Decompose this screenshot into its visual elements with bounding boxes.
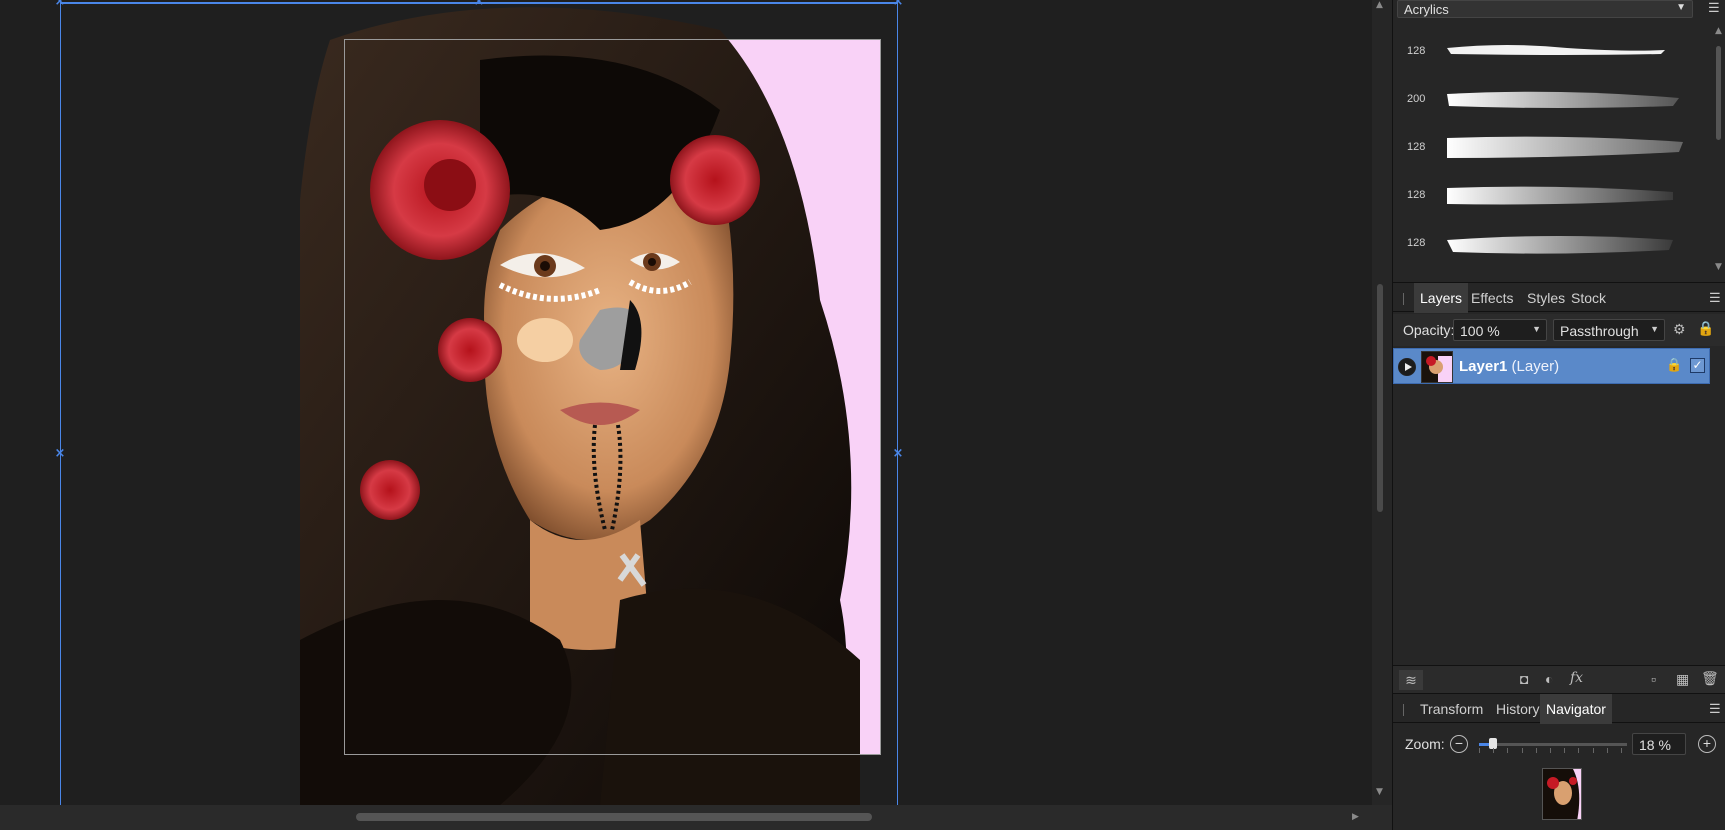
chevron-down-icon: ▼ — [1532, 324, 1541, 334]
gear-icon[interactable]: ⚙ — [1673, 321, 1686, 338]
brush-category-dropdown[interactable]: Acrylics ▼ — [1397, 0, 1693, 18]
brush-size: 128 — [1407, 141, 1426, 153]
tab-divider — [1403, 293, 1404, 305]
mask-layer-icon[interactable]: ◘ — [1520, 671, 1528, 687]
selection-handle-middle-left[interactable]: × — [54, 447, 66, 460]
selection-handle-top-left[interactable]: × — [54, 0, 66, 8]
blend-mode-dropdown[interactable]: Passthrough ▼ — [1553, 319, 1665, 341]
canvas-vertical-scrollbar[interactable]: ▲ ▼ — [1372, 0, 1392, 805]
expand-layer-icon[interactable] — [1398, 358, 1416, 376]
layer-name: Layer1 (Layer) — [1459, 358, 1559, 375]
brush-item[interactable]: 128 — [1397, 124, 1707, 172]
tab-transform[interactable]: Transform — [1414, 694, 1489, 724]
brush-list-scrollbar[interactable]: ▲ ▼ — [1714, 26, 1724, 278]
layer-visibility-checkbox[interactable]: ✓ — [1690, 358, 1705, 373]
tab-styles[interactable]: Styles — [1521, 283, 1571, 313]
add-layer-icon[interactable]: ▫ — [1651, 671, 1656, 687]
brush-scroll-thumb[interactable] — [1716, 46, 1721, 140]
opacity-label: Opacity: — [1403, 322, 1455, 338]
brush-list: 128 200 128 128 128 — [1397, 28, 1707, 282]
canvas-horizontal-scrollbar[interactable]: ▶ — [0, 805, 1392, 830]
vertical-scroll-thumb[interactable] — [1377, 284, 1383, 512]
layers-tab-bar: Layers Effects Styles Stock ☰ — [1393, 282, 1725, 313]
zoom-in-icon[interactable]: + — [1698, 735, 1716, 753]
brush-item[interactable]: 128 — [1397, 172, 1707, 220]
selection-handle-top-center[interactable]: × — [473, 0, 485, 8]
scroll-up-arrow[interactable]: ▲ — [1376, 0, 1383, 10]
fx-icon[interactable]: fx — [1570, 670, 1583, 686]
brush-item[interactable]: 128 — [1397, 220, 1707, 268]
navigator-preview[interactable] — [1542, 768, 1582, 820]
opacity-dropdown[interactable]: 100 % ▼ — [1453, 319, 1547, 341]
selection-handle-top-right[interactable]: × — [892, 0, 904, 8]
horizontal-scroll-thumb[interactable] — [356, 813, 872, 821]
selection-handle-middle-right[interactable]: × — [892, 447, 904, 460]
scroll-right-arrow[interactable]: ▶ — [1352, 812, 1359, 822]
zoom-slider-ticks — [1479, 748, 1627, 756]
layer-row[interactable]: Layer1 (Layer) 🔒 ✓ — [1393, 348, 1710, 384]
blend-mode-value: Passthrough — [1560, 323, 1639, 339]
brush-size: 200 — [1407, 93, 1426, 105]
zoom-slider[interactable] — [1479, 738, 1627, 749]
chevron-down-icon: ▼ — [1650, 324, 1659, 334]
app-window: × × × × × ▲ ▼ ▶ Acrylics ▼ ☰ 128 200 128… — [0, 0, 1725, 830]
brush-size: 128 — [1407, 45, 1426, 57]
layers-list-area — [1393, 385, 1725, 665]
brush-category-label: Acrylics — [1404, 2, 1449, 17]
brushes-menu-icon[interactable]: ☰ — [1708, 1, 1722, 15]
layer-properties-bar: Opacity: 100 % ▼ Passthrough ▼ ⚙ 🔒 — [1393, 314, 1725, 346]
scroll-down-arrow[interactable]: ▼ — [1376, 787, 1383, 797]
brush-size: 128 — [1407, 237, 1426, 249]
opacity-value: 100 % — [1460, 323, 1500, 339]
scroll-down-arrow[interactable]: ▼ — [1715, 262, 1722, 272]
add-pixel-layer-icon[interactable]: ▦ — [1676, 671, 1689, 688]
navigator-menu-icon[interactable]: ☰ — [1709, 702, 1723, 716]
layer-type-text: (Layer) — [1511, 358, 1560, 375]
lock-icon[interactable]: 🔒 — [1697, 320, 1714, 337]
brush-item[interactable]: 128 — [1397, 28, 1707, 76]
layers-stack-icon[interactable]: ≋ — [1399, 670, 1423, 690]
zoom-controls: Zoom: − 18 % + — [1393, 728, 1725, 760]
adjustment-icon[interactable]: ◐ — [1545, 671, 1553, 687]
layer-lock-icon[interactable]: 🔒 — [1666, 357, 1682, 373]
tab-history[interactable]: History — [1490, 694, 1546, 724]
delete-layer-icon[interactable]: 🗑 — [1701, 670, 1719, 687]
tab-stock[interactable]: Stock — [1565, 283, 1612, 313]
zoom-label: Zoom: — [1405, 736, 1445, 752]
zoom-input[interactable]: 18 % — [1632, 733, 1686, 755]
tab-navigator[interactable]: Navigator — [1540, 694, 1612, 724]
zoom-out-icon[interactable]: − — [1450, 735, 1468, 753]
brush-item[interactable]: 200 — [1397, 76, 1707, 124]
zoom-value: 18 % — [1639, 737, 1671, 753]
tab-layers[interactable]: Layers — [1414, 283, 1469, 313]
layers-menu-icon[interactable]: ☰ — [1709, 291, 1723, 305]
layers-toolbar: ≋ ◘ ◐ fx ▫ ▦ 🗑 — [1393, 665, 1725, 693]
scroll-up-arrow[interactable]: ▲ — [1715, 26, 1722, 36]
brush-size: 128 — [1407, 189, 1426, 201]
tab-effects[interactable]: Effects — [1465, 283, 1520, 313]
navigator-tab-bar: Transform History Navigator ☰ — [1393, 693, 1725, 724]
tab-divider — [1403, 704, 1404, 716]
chevron-down-icon: ▼ — [1676, 2, 1686, 13]
selection-box[interactable] — [60, 2, 898, 805]
layer-name-text: Layer1 — [1459, 358, 1508, 375]
canvas-area[interactable]: × × × × × — [0, 0, 1372, 805]
layer-thumbnail — [1421, 351, 1453, 383]
